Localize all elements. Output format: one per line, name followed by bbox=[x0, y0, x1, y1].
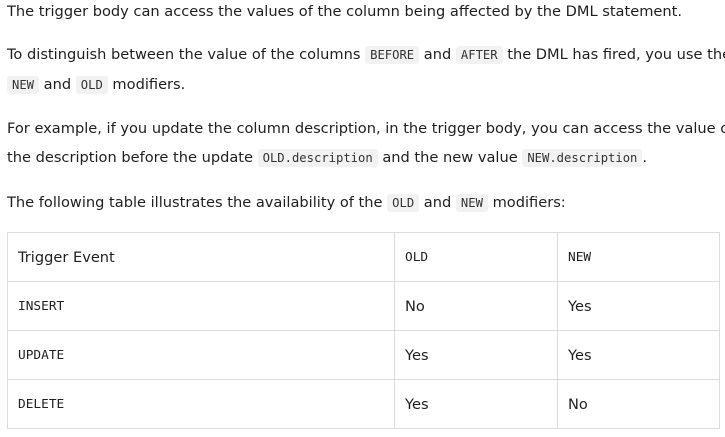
code-before: BEFORE bbox=[365, 46, 420, 64]
paragraph-text: For example, if you update the column de… bbox=[7, 120, 725, 137]
cell-new: Yes bbox=[557, 281, 720, 331]
header-trigger-event: Trigger Event bbox=[7, 232, 395, 282]
cell-old: No bbox=[394, 281, 558, 331]
paragraph-text: . bbox=[642, 149, 648, 166]
header-new: NEW bbox=[557, 232, 720, 282]
cell-new: Yes bbox=[557, 330, 720, 380]
paragraph-text: To distinguish between the value of the … bbox=[7, 46, 361, 63]
paragraph-intro: The trigger body can access the values o… bbox=[7, 0, 682, 26]
paragraph-text: modifiers. bbox=[112, 76, 186, 93]
paragraph-text: and bbox=[423, 194, 452, 211]
paragraph-text: and bbox=[43, 76, 72, 93]
table-row: INSERT No Yes bbox=[7, 281, 720, 331]
code-new: NEW bbox=[7, 76, 40, 94]
paragraph-text: The trigger body can access the values o… bbox=[7, 3, 683, 20]
table-row: UPDATE Yes Yes bbox=[7, 330, 720, 380]
paragraph-text: the description before the update bbox=[7, 149, 253, 166]
code-new-description: NEW.description bbox=[522, 149, 643, 167]
table-header-row: Trigger Event OLD NEW bbox=[7, 232, 720, 282]
code-old: OLD bbox=[75, 76, 108, 94]
paragraph-distinguish: To distinguish between the value of the … bbox=[7, 40, 725, 100]
paragraph-text: and the new value bbox=[382, 149, 518, 166]
modifiers-table: Trigger Event OLD NEW INSERT No Yes UPDA… bbox=[7, 232, 720, 429]
code-after: AFTER bbox=[455, 46, 503, 64]
paragraph-text: and bbox=[423, 46, 452, 63]
code-old: OLD bbox=[387, 194, 420, 212]
header-old: OLD bbox=[394, 232, 558, 282]
paragraph-example: For example, if you update the column de… bbox=[7, 114, 725, 173]
cell-event: DELETE bbox=[7, 379, 395, 429]
cell-old: Yes bbox=[394, 330, 558, 380]
code-old-description: OLD.description bbox=[257, 149, 378, 167]
paragraph-text: the DML has fired, you use the bbox=[507, 46, 725, 63]
paragraph-text: The following table illustrates the avai… bbox=[7, 194, 383, 211]
paragraph-text: modifiers: bbox=[492, 194, 566, 211]
paragraph-table-intro: The following table illustrates the avai… bbox=[7, 188, 566, 218]
cell-event: UPDATE bbox=[7, 330, 395, 380]
cell-event: INSERT bbox=[7, 281, 395, 331]
cell-old: Yes bbox=[394, 379, 558, 429]
table-row: DELETE Yes No bbox=[7, 379, 720, 429]
code-new: NEW bbox=[455, 194, 488, 212]
cell-new: No bbox=[557, 379, 720, 429]
